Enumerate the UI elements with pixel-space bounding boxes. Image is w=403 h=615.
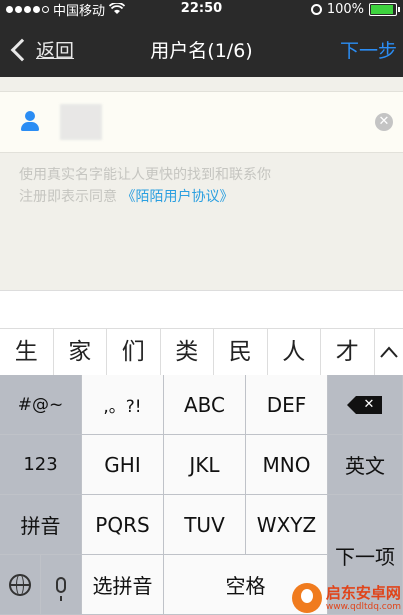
key-delete[interactable]: ✕ — [328, 375, 403, 435]
key-pinyin[interactable]: 拼音 — [0, 495, 82, 555]
key-jkl[interactable]: JKL — [164, 435, 246, 495]
chevron-up-icon — [380, 346, 398, 358]
user-agreement-link[interactable]: 《陌陌用户协议》 — [121, 189, 233, 205]
key-symbols[interactable]: #@~ — [0, 375, 82, 435]
key-english[interactable]: 英文 — [328, 435, 403, 495]
candidate-5[interactable]: 民 — [214, 329, 268, 376]
key-abc[interactable]: ABC — [164, 375, 246, 435]
keyboard: #@~ ,。?! ABC DEF ✕ 123 GHI JKL MNO 英文 拼音… — [0, 375, 403, 615]
user-icon — [19, 111, 41, 133]
candidate-7[interactable]: 才 — [321, 329, 375, 376]
hint-line-2: 注册即表示同意 — [19, 189, 117, 205]
microphone-icon — [56, 576, 66, 601]
alarm-icon — [310, 3, 322, 15]
key-ghi[interactable]: GHI — [82, 435, 164, 495]
candidate-1[interactable]: 生 — [0, 329, 54, 376]
key-tuv[interactable]: TUV — [164, 495, 246, 555]
hint-line-1: 使用真实名字能让人更快的找到和联系你 — [19, 167, 271, 183]
hint-text: 使用真实名字能让人更快的找到和联系你 注册即表示同意 《陌陌用户协议》 — [19, 164, 271, 208]
next-step-button[interactable]: 下一步 — [340, 36, 397, 63]
candidate-2[interactable]: 家 — [54, 329, 107, 376]
key-select-pinyin[interactable]: 选拼音 — [82, 555, 164, 615]
watermark-name: 启东安卓网 — [325, 583, 401, 602]
key-numbers[interactable]: 123 — [0, 435, 82, 495]
watermark-url: www.qdltdq.com — [325, 601, 401, 612]
key-wxyz[interactable]: WXYZ — [246, 495, 328, 555]
globe-icon — [9, 573, 31, 596]
key-mno[interactable]: MNO — [246, 435, 328, 495]
site-watermark: 启东安卓网 www.qdltdq.com — [291, 583, 401, 613]
navigation-bar: 返回 用户名(1/6) 下一步 — [0, 18, 403, 77]
clear-icon[interactable]: ✕ — [375, 113, 393, 131]
status-bar: 中国移动 22:50 100% — [0, 0, 403, 19]
candidate-3[interactable]: 们 — [107, 329, 161, 376]
top-bar: 中国移动 22:50 100% 返回 用户名(1/6) 下一步 — [0, 0, 403, 77]
battery-percent: 100% — [326, 1, 364, 17]
input-accessory-bar — [0, 290, 403, 329]
username-field-value-blurred[interactable] — [60, 104, 102, 140]
watermark-logo-icon — [291, 583, 322, 613]
candidate-bar: 生 家 们 类 民 人 才 — [0, 328, 403, 376]
candidate-4[interactable]: 类 — [161, 329, 214, 376]
key-pqrs[interactable]: PQRS — [82, 495, 164, 555]
key-def[interactable]: DEF — [246, 375, 328, 435]
username-input-row[interactable]: ✕ — [0, 91, 403, 153]
key-microphone[interactable] — [41, 555, 82, 615]
candidate-6[interactable]: 人 — [268, 329, 321, 376]
key-punctuation[interactable]: ,。?! — [82, 375, 164, 435]
delete-icon: ✕ — [347, 395, 382, 414]
battery-icon — [369, 2, 400, 16]
key-globe[interactable] — [0, 555, 41, 615]
expand-candidates-button[interactable] — [375, 329, 403, 376]
